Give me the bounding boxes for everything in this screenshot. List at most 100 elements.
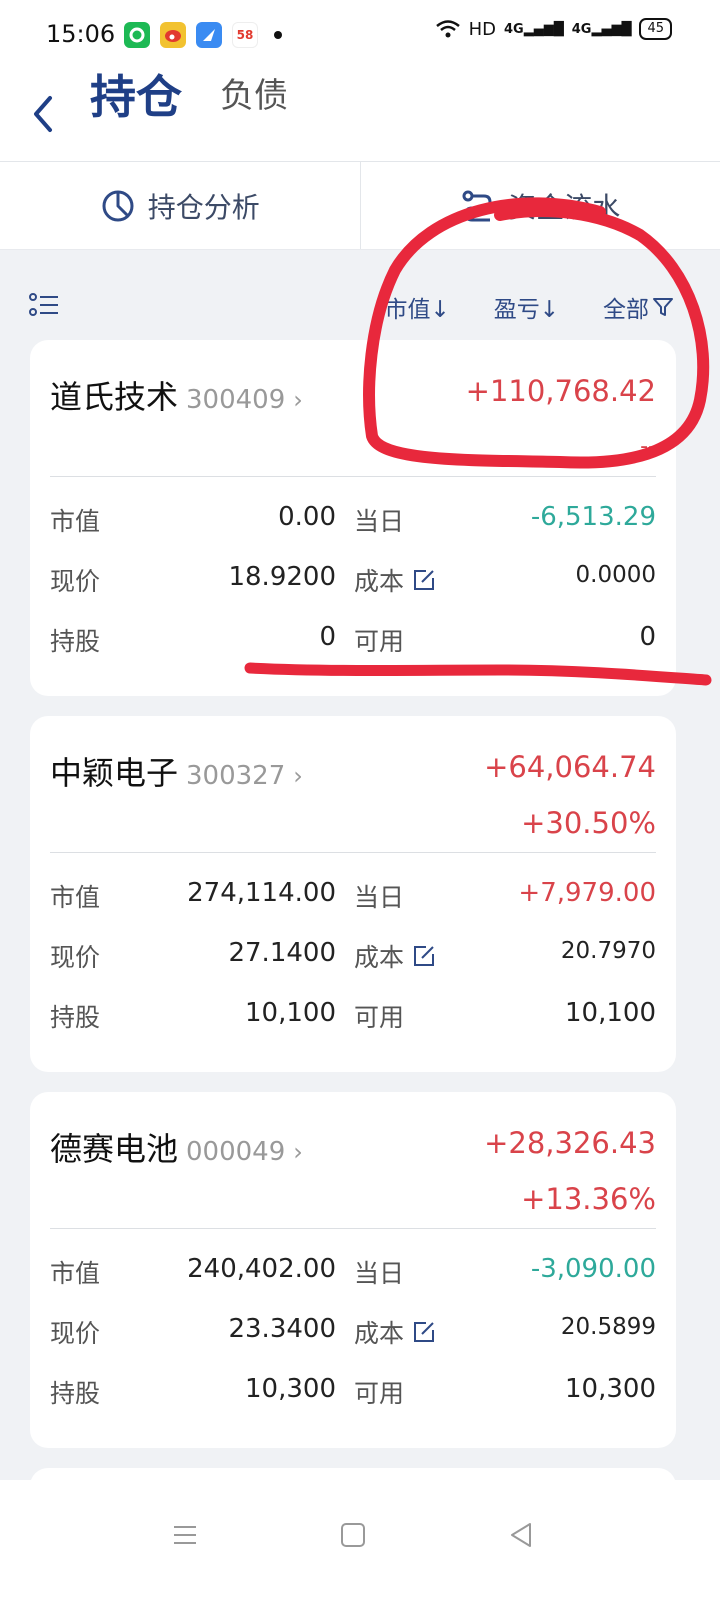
stock-pnl-percent: -- xyxy=(640,434,656,459)
label-today: 当日 xyxy=(354,883,405,912)
label-cost-text: 成本 xyxy=(354,567,405,596)
stock-name: 道氏技术 xyxy=(50,378,179,416)
label-cost-text: 成本 xyxy=(354,1319,405,1348)
notification-dot-icon xyxy=(274,31,282,39)
label-cost[interactable]: 成本 xyxy=(354,938,436,974)
sort-pnl[interactable]: 盈亏↓ xyxy=(494,290,559,324)
sort-market-value[interactable]: 市值↓ xyxy=(384,290,449,324)
stock-pnl: +64,064.74 xyxy=(484,750,656,784)
menu-icon[interactable] xyxy=(170,1520,200,1550)
stock-pnl: +28,326.43 xyxy=(484,1126,656,1160)
flow-route-icon xyxy=(462,190,492,221)
row-price: 现价 23.3400 成本 20.5899 xyxy=(50,1314,656,1354)
value-available: 10,300 xyxy=(565,1374,656,1404)
stock-pnl: +110,768.42 xyxy=(465,374,656,408)
label-today: 当日 xyxy=(354,1259,405,1288)
value-available: 0 xyxy=(639,622,656,652)
stock-code: 300327 xyxy=(186,761,286,791)
pie-chart-icon xyxy=(102,190,134,221)
status-bar: 15:06 58 HD 4G▂▄▆█ 4G▂▄▆█ 45 xyxy=(0,0,720,70)
stock-code: 300409 xyxy=(186,385,286,415)
value-cost: 20.7970 xyxy=(560,938,656,964)
chevron-right-icon: › xyxy=(293,762,303,790)
row-price: 现价 18.9200 成本 0.0000 xyxy=(50,562,656,602)
holding-card[interactable]: 中颖电子 300327 › +64,064.74 +30.50% 市值 274,11… xyxy=(30,716,676,1072)
value-available: 10,100 xyxy=(565,998,656,1028)
value-price: 27.1400 xyxy=(228,938,336,968)
page-header: 持仓 负债 xyxy=(0,70,720,162)
card-divider xyxy=(50,852,656,853)
row-shares: 持股 10,100 可用 10,100 xyxy=(50,998,656,1038)
edit-icon[interactable] xyxy=(412,1320,436,1344)
stock-name: 中颖电子 xyxy=(50,754,179,792)
back-arrow-icon[interactable] xyxy=(24,90,64,138)
value-price: 23.3400 xyxy=(228,1314,336,1344)
row-market-value: 市值 240,402.00 当日 -3,090.00 xyxy=(50,1254,656,1294)
filter-all[interactable]: 全部 xyxy=(603,290,674,324)
tool-bar: 持仓分析 资金流水 xyxy=(0,162,720,250)
label-cost[interactable]: 成本 xyxy=(354,1314,436,1350)
value-shares: 10,300 xyxy=(245,1374,336,1404)
filter-icon xyxy=(653,298,673,316)
sort-options: 市值↓ 盈亏↓ 全部 xyxy=(384,290,674,324)
home-icon[interactable] xyxy=(338,1520,368,1550)
stock-title[interactable]: 德赛电池 000049 › xyxy=(50,1124,303,1170)
filter-all-label: 全部 xyxy=(603,297,649,323)
wifi-icon xyxy=(435,20,460,38)
label-cost[interactable]: 成本 xyxy=(354,562,436,598)
fund-flow-button[interactable]: 资金流水 xyxy=(359,162,720,249)
weibo-app-icon xyxy=(160,22,186,48)
card-divider xyxy=(50,476,656,477)
stock-name: 德赛电池 xyxy=(50,1130,179,1168)
stock-title[interactable]: 道氏技术 300409 › xyxy=(50,372,303,418)
holding-card[interactable]: 德赛电池 000049 › +28,326.43 +13.36% 市值 240,40… xyxy=(30,1092,676,1448)
value-shares: 0 xyxy=(319,622,336,652)
signal-icon: 4G▂▄▆█ xyxy=(504,21,564,37)
value-cost: 0.0000 xyxy=(575,562,656,588)
value-today: -3,090.00 xyxy=(530,1254,656,1284)
label-shares: 持股 xyxy=(50,1379,101,1408)
label-price: 现价 xyxy=(50,567,101,596)
label-price: 现价 xyxy=(50,1319,101,1348)
tab-holdings[interactable]: 持仓 xyxy=(90,72,182,122)
sort-bar: 市值↓ 盈亏↓ 全部 xyxy=(0,270,720,340)
value-market-value: 0.00 xyxy=(278,502,336,532)
label-market-value: 市值 xyxy=(50,1259,101,1288)
holding-card[interactable]: 道氏技术 300409 › +110,768.42 -- 市值 0.00 当日 -6… xyxy=(30,340,676,696)
stock-title[interactable]: 中颖电子 300327 › xyxy=(50,748,303,794)
stock-code: 000049 xyxy=(186,1137,286,1167)
label-available: 可用 xyxy=(354,1003,405,1032)
hd-indicator: HD xyxy=(468,18,497,40)
value-price: 18.9200 xyxy=(228,562,336,592)
status-indicators: HD 4G▂▄▆█ 4G▂▄▆█ 45 xyxy=(435,18,672,40)
row-market-value: 市值 274,114.00 当日 +7,979.00 xyxy=(50,878,656,918)
label-shares: 持股 xyxy=(50,627,101,656)
back-triangle-icon[interactable] xyxy=(506,1520,536,1550)
value-market-value: 274,114.00 xyxy=(187,878,336,908)
holdings-analysis-label: 持仓分析 xyxy=(147,190,260,224)
fund-flow-label: 资金流水 xyxy=(508,190,621,224)
system-nav-bar xyxy=(0,1480,720,1600)
signal-label: 4G xyxy=(571,21,592,37)
tab-liabilities[interactable]: 负债 xyxy=(220,76,288,116)
holdings-analysis-button[interactable]: 持仓分析 xyxy=(0,162,360,249)
label-market-value: 市值 xyxy=(50,883,101,912)
value-today: +7,979.00 xyxy=(518,878,656,908)
value-market-value: 240,402.00 xyxy=(187,1254,336,1284)
label-available: 可用 xyxy=(354,1379,405,1408)
label-today: 当日 xyxy=(354,507,405,536)
browser-app-icon xyxy=(196,22,222,48)
row-shares: 持股 10,300 可用 10,300 xyxy=(50,1374,656,1414)
label-price: 现价 xyxy=(50,943,101,972)
label-cost-text: 成本 xyxy=(354,943,405,972)
edit-icon[interactable] xyxy=(412,568,436,592)
value-today: -6,513.29 xyxy=(530,502,656,532)
edit-icon[interactable] xyxy=(412,944,436,968)
chevron-right-icon: › xyxy=(293,1138,303,1166)
app-58-icon: 58 xyxy=(232,22,258,48)
list-view-icon[interactable] xyxy=(28,292,60,320)
battery-icon: 45 xyxy=(639,18,672,40)
stock-pnl-percent: +13.36% xyxy=(521,1182,656,1216)
row-shares: 持股 0 可用 0 xyxy=(50,622,656,662)
signal-label: 4G xyxy=(504,21,524,37)
